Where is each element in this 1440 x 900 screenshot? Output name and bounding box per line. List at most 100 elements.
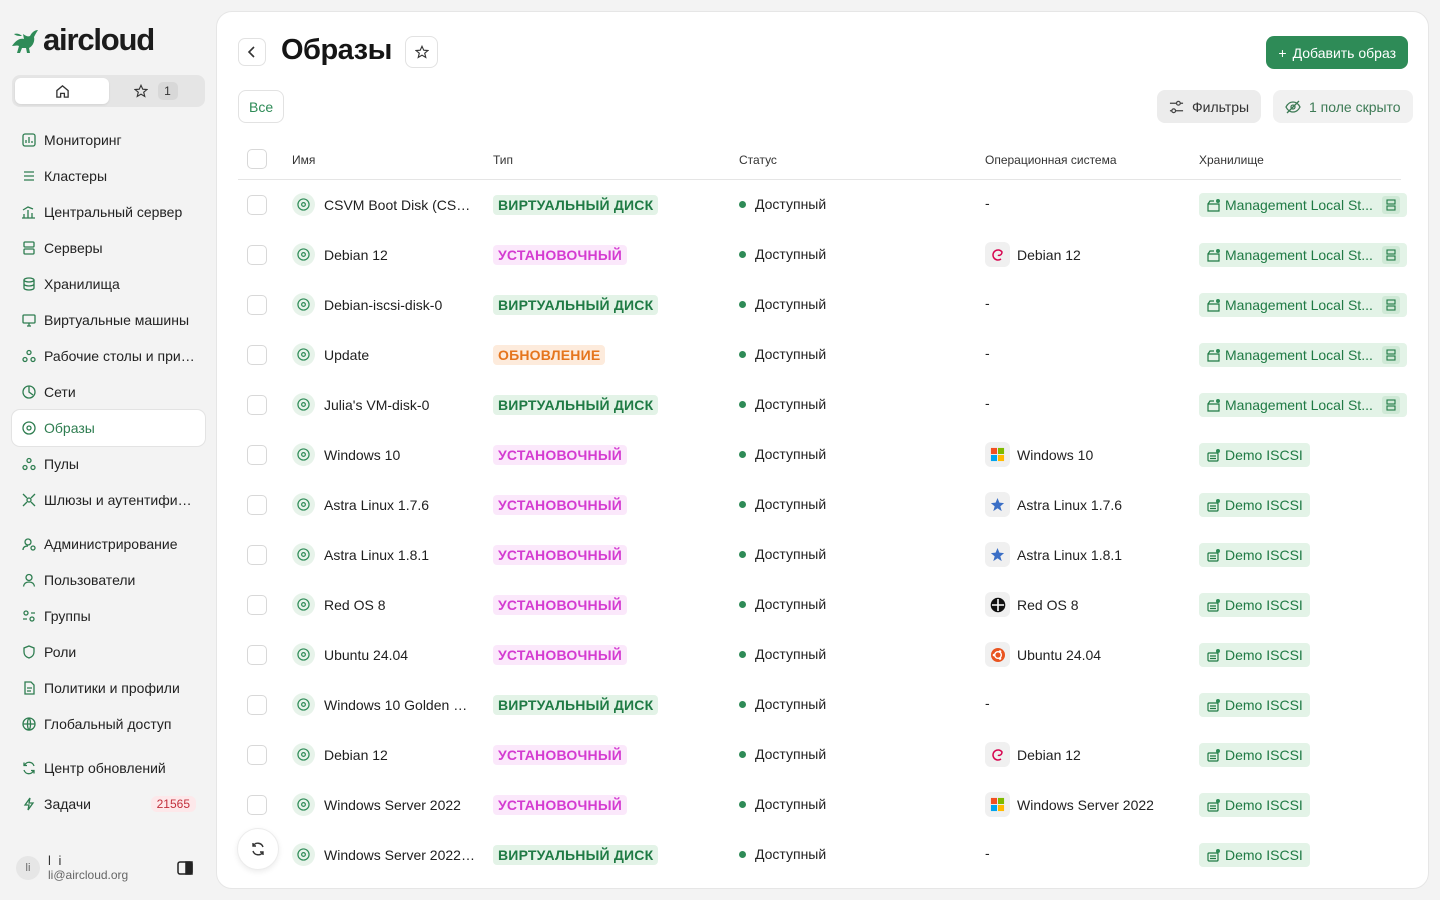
storage-tag[interactable]: Demo ISCSI <box>1199 693 1310 717</box>
storage-tag[interactable]: Demo ISCSI <box>1199 493 1310 517</box>
status-dot-icon <box>739 700 746 708</box>
sidebar-item-image[interactable]: Образы <box>12 410 205 446</box>
table-row[interactable]: CSVM Boot Disk (CSVM ... ВИРТУАЛЬНЫЙ ДИСК… <box>238 180 1407 230</box>
table-row[interactable]: Debian-iscsi-disk-0 ВИРТУАЛЬНЫЙ ДИСК Досту… <box>238 280 1407 330</box>
row-checkbox[interactable] <box>247 245 267 265</box>
row-checkbox[interactable] <box>247 695 267 715</box>
image-name-cell[interactable]: Windows 10 <box>292 443 400 466</box>
sidebar-item-server[interactable]: Серверы <box>12 230 205 266</box>
image-name: Ubuntu 24.04 <box>324 646 409 663</box>
sidebar-item-groups[interactable]: Группы <box>12 598 205 634</box>
image-name-cell[interactable]: Julia's VM-disk-0 <box>292 393 429 416</box>
table-row[interactable]: Windows 10 Golden VM... ВИРТУАЛЬНЫЙ ДИСК Д… <box>238 680 1401 730</box>
status-dot-icon <box>739 500 746 508</box>
sidebar-item-pools[interactable]: Пулы <box>12 446 205 482</box>
sidebar-item-bolt[interactable]: Задачи 21565 <box>12 786 205 822</box>
storage-tag[interactable]: Management Local St... <box>1199 243 1407 267</box>
column-header-status[interactable]: Статус <box>739 153 777 167</box>
column-header-os[interactable]: Операционная система <box>985 153 1117 167</box>
sidebar-item-admin[interactable]: Администрирование <box>12 526 205 562</box>
storage-tag[interactable]: Demo ISCSI <box>1199 843 1310 867</box>
image-name-cell[interactable]: Update <box>292 343 369 366</box>
row-checkbox[interactable] <box>247 645 267 665</box>
sidebar-item-monitor[interactable]: Виртуальные машины <box>12 302 205 338</box>
sidebar-item-layers[interactable]: Кластеры <box>12 158 205 194</box>
sidebar-item-gateway[interactable]: Шлюзы и аутентифика... <box>12 482 205 518</box>
sidebar-item-database[interactable]: Хранилища <box>12 266 205 302</box>
row-checkbox[interactable] <box>247 595 267 615</box>
storage-tag[interactable]: Management Local St... <box>1199 393 1407 417</box>
filters-button[interactable]: Фильтры <box>1157 90 1262 123</box>
image-name-cell[interactable]: Red OS 8 <box>292 593 385 616</box>
refresh-button[interactable] <box>237 828 279 870</box>
type-badge: УСТАНОВОЧНЫЙ <box>493 745 628 765</box>
storage-tag[interactable]: Demo ISCSI <box>1199 593 1310 617</box>
add-to-favorites-button[interactable] <box>405 36 438 68</box>
image-name-cell[interactable]: Astra Linux 1.8.1 <box>292 543 429 566</box>
sidebar-item-chart[interactable]: Мониторинг <box>12 122 205 158</box>
image-name-cell[interactable]: CSVM Boot Disk (CSVM ... <box>292 193 476 216</box>
tab-all[interactable]: Все <box>238 90 285 123</box>
table-row[interactable]: Red OS 8 УСТАНОВОЧНЫЙ Доступный Red OS 8 Dem… <box>238 580 1401 630</box>
sidebar-item-user[interactable]: Пользователи <box>12 562 205 598</box>
row-checkbox[interactable] <box>247 195 267 215</box>
image-name-cell[interactable]: Ubuntu 24.04 <box>292 643 408 666</box>
home-tab[interactable] <box>15 78 109 104</box>
add-image-button[interactable]: + Добавить образ <box>1266 36 1408 69</box>
column-header-name[interactable]: Имя <box>292 153 315 167</box>
hidden-fields-button[interactable]: 1 поле скрыто <box>1273 90 1413 123</box>
storage-tag[interactable]: Demo ISCSI <box>1199 443 1310 467</box>
image-name-cell[interactable]: Windows Server 2022-... <box>292 843 476 866</box>
logo[interactable]: aircloud <box>10 22 155 58</box>
back-button[interactable] <box>238 38 266 66</box>
storage-tag[interactable]: Demo ISCSI <box>1199 793 1310 817</box>
table-row[interactable]: Windows 10 УСТАНОВОЧНЫЙ Доступный Windows 1… <box>238 430 1401 480</box>
table-row[interactable]: Ubuntu 24.04 УСТАНОВОЧНЫЙ Доступный Ubuntu … <box>238 630 1401 680</box>
row-checkbox[interactable] <box>247 395 267 415</box>
table-row[interactable]: Astra Linux 1.7.6 УСТАНОВОЧНЫЙ Доступный As… <box>238 480 1401 530</box>
table-row[interactable]: Astra Linux 1.8.1 УСТАНОВОЧНЫЙ Доступный As… <box>238 530 1401 580</box>
user-profile[interactable]: li l i li@aircloud.org <box>16 852 206 884</box>
sidebar-item-network[interactable]: Сети <box>12 374 205 410</box>
sidebar-item-central-server[interactable]: Центральный сервер <box>12 194 205 230</box>
table-row[interactable]: Julia's VM-disk-0 ВИРТУАЛЬНЫЙ ДИСК Доступн… <box>238 380 1407 430</box>
storage-tag[interactable]: Demo ISCSI <box>1199 543 1310 567</box>
storage-tag[interactable]: Management Local St... <box>1199 343 1407 367</box>
row-checkbox[interactable] <box>247 445 267 465</box>
image-name-cell[interactable]: Debian 12 <box>292 743 388 766</box>
row-checkbox[interactable] <box>247 745 267 765</box>
sidebar-item-refresh[interactable]: Центр обновлений <box>12 750 205 786</box>
image-name-cell[interactable]: Astra Linux 1.7.6 <box>292 493 429 516</box>
table-row[interactable]: Windows Server 2022-... ВИРТУАЛЬНЫЙ ДИСК Д… <box>238 830 1401 880</box>
image-name-cell[interactable]: Windows Server 2022 <box>292 793 461 816</box>
sidebar-item-label: Политики и профили <box>44 680 180 696</box>
sidebar-item-shield[interactable]: Роли <box>12 634 205 670</box>
select-all-checkbox[interactable] <box>247 149 267 169</box>
row-checkbox[interactable] <box>247 545 267 565</box>
row-checkbox[interactable] <box>247 295 267 315</box>
image-name-cell[interactable]: Debian-iscsi-disk-0 <box>292 293 442 316</box>
column-header-storage[interactable]: Хранилище <box>1199 153 1264 167</box>
image-name-cell[interactable]: Windows 10 Golden VM... <box>292 693 476 716</box>
table-row[interactable]: Update ОБНОВЛЕНИЕ Доступный - Management Loc… <box>238 330 1407 380</box>
network-icon <box>21 385 36 400</box>
image-name-cell[interactable]: Debian 12 <box>292 243 388 266</box>
row-checkbox[interactable] <box>247 795 267 815</box>
storage-tag[interactable]: Management Local St... <box>1199 193 1407 217</box>
column-header-type[interactable]: Тип <box>493 153 513 167</box>
row-checkbox[interactable] <box>247 495 267 515</box>
sidebar-toggle-icon[interactable] <box>177 861 193 880</box>
table-row[interactable]: Debian 12 УСТАНОВОЧНЫЙ Доступный Debian 12 D… <box>238 730 1401 780</box>
sidebar-item-globe[interactable]: Глобальный доступ <box>12 706 205 742</box>
home-icon <box>55 84 69 98</box>
sidebar-item-policy[interactable]: Политики и профили <box>12 670 205 706</box>
table-row[interactable]: Windows Server 2022 УСТАНОВОЧНЫЙ Доступный… <box>238 780 1401 830</box>
plus-icon: + <box>1278 44 1287 61</box>
sidebar-item-desktops[interactable]: Рабочие столы и прил... <box>12 338 205 374</box>
favorites-tab[interactable]: 1 <box>109 78 202 104</box>
storage-tag[interactable]: Management Local St... <box>1199 293 1407 317</box>
row-checkbox[interactable] <box>247 345 267 365</box>
table-row[interactable]: Debian 12 УСТАНОВОЧНЫЙ Доступный Debian 12 M… <box>238 230 1407 280</box>
storage-tag[interactable]: Demo ISCSI <box>1199 743 1310 767</box>
storage-tag[interactable]: Demo ISCSI <box>1199 643 1310 667</box>
